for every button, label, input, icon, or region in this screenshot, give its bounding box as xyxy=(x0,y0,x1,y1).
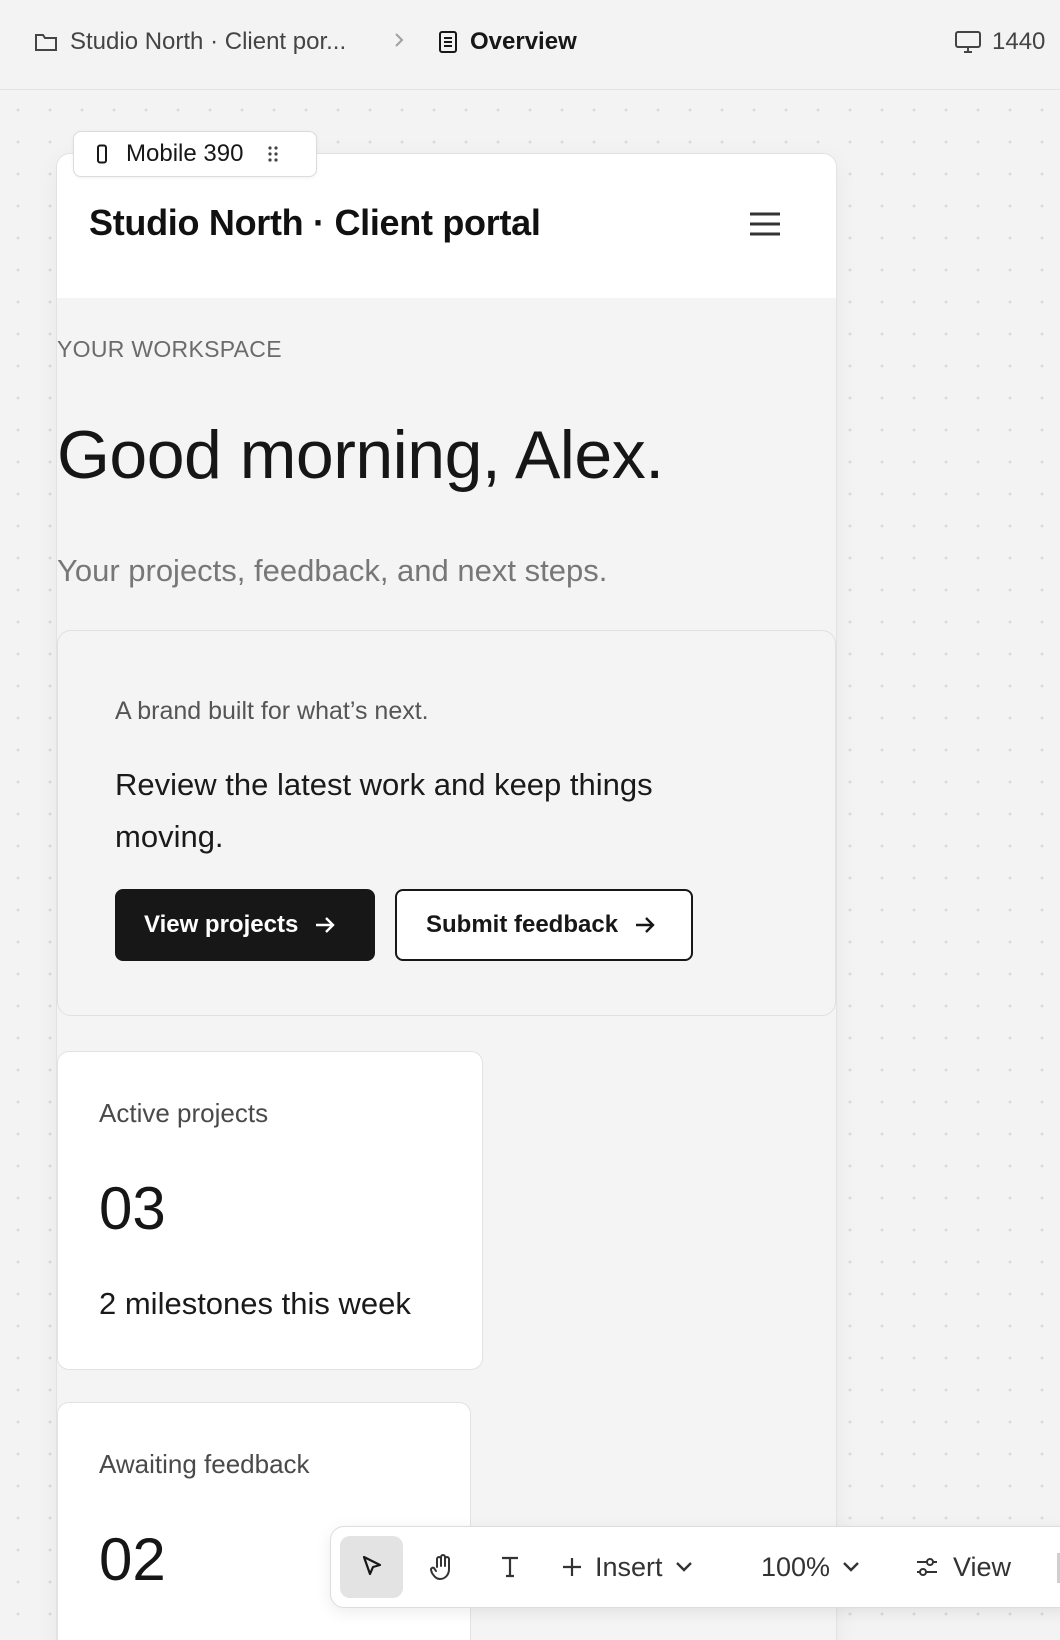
view-menu-button[interactable]: View xyxy=(915,1536,1025,1598)
chevron-right-icon xyxy=(392,30,418,50)
hero-body: Review the latest work and keep things m… xyxy=(115,767,653,854)
arrow-right-icon xyxy=(316,917,335,933)
submit-feedback-label: Submit feedback xyxy=(426,911,619,938)
text-tool-button[interactable] xyxy=(483,1536,537,1598)
view-label: View xyxy=(953,1551,1012,1582)
submit-feedback-button[interactable]: Submit feedback xyxy=(395,889,693,961)
breadcrumb-project-label: Studio North · Client por... xyxy=(70,28,347,55)
frame-tag[interactable]: Mobile 390 xyxy=(73,131,317,177)
hand-icon xyxy=(430,1554,450,1581)
chevron-down-icon xyxy=(675,1562,692,1572)
stat-value: 03 xyxy=(99,1175,166,1242)
breadcrumb-page[interactable]: Overview xyxy=(438,28,577,56)
cursor-icon xyxy=(362,1555,381,1576)
arrow-right-icon xyxy=(636,917,655,933)
viewport-size-selector[interactable]: 1440 xyxy=(954,28,1045,56)
stat-note: 2 milestones this week xyxy=(99,1286,411,1321)
hamburger-menu-icon[interactable] xyxy=(745,206,785,242)
hero-card: A brand built for what’s next. Review th… xyxy=(57,630,836,1016)
view-projects-label: View projects xyxy=(144,911,299,938)
sliders-icon xyxy=(917,1558,937,1576)
app-title: Studio North · Client portal xyxy=(89,202,541,243)
stat-label: Awaiting feedback xyxy=(99,1449,310,1479)
zoom-menu-button[interactable]: 100% xyxy=(761,1536,881,1598)
hand-tool-button[interactable] xyxy=(415,1536,469,1598)
plus-icon xyxy=(563,1558,581,1576)
viewport-size-label: 1440 xyxy=(992,28,1046,55)
stat-value: 02 xyxy=(99,1526,166,1593)
text-icon xyxy=(502,1556,518,1578)
mobile-icon xyxy=(97,144,107,164)
stat-card-active-projects[interactable]: Active projects 03 2 milestones this wee… xyxy=(57,1051,483,1370)
greeting-subtitle: Your projects, feedback, and next steps. xyxy=(57,553,608,588)
desktop-icon xyxy=(955,31,981,53)
workspace-eyebrow: YOUR WORKSPACE xyxy=(57,336,282,362)
greeting-heading: Good morning, Alex. xyxy=(57,417,664,493)
canvas-toolbar: Insert 100% View xyxy=(330,1526,1060,1608)
frame-tag-label: Mobile 390 xyxy=(126,140,244,167)
zoom-label: 100% xyxy=(761,1551,831,1582)
top-bar: Studio North · Client por... Overview 14… xyxy=(0,0,1060,90)
breadcrumb-page-label: Overview xyxy=(470,28,577,55)
chevron-down-icon xyxy=(843,1562,859,1572)
insert-label: Insert xyxy=(595,1551,663,1582)
mobile-frame[interactable]: Studio North · Client portal YOUR WORKSP… xyxy=(56,153,837,1640)
hero-kicker: A brand built for what’s next. xyxy=(115,697,429,725)
insert-menu-button[interactable]: Insert xyxy=(561,1536,711,1598)
document-icon xyxy=(439,31,457,53)
view-projects-button[interactable]: View projects xyxy=(115,889,375,961)
folder-icon xyxy=(35,34,57,51)
stat-label: Active projects xyxy=(99,1098,269,1128)
select-tool-button[interactable] xyxy=(340,1536,403,1598)
breadcrumb-project[interactable]: Studio North · Client por... xyxy=(34,28,346,56)
drag-handle-icon[interactable] xyxy=(267,145,279,163)
